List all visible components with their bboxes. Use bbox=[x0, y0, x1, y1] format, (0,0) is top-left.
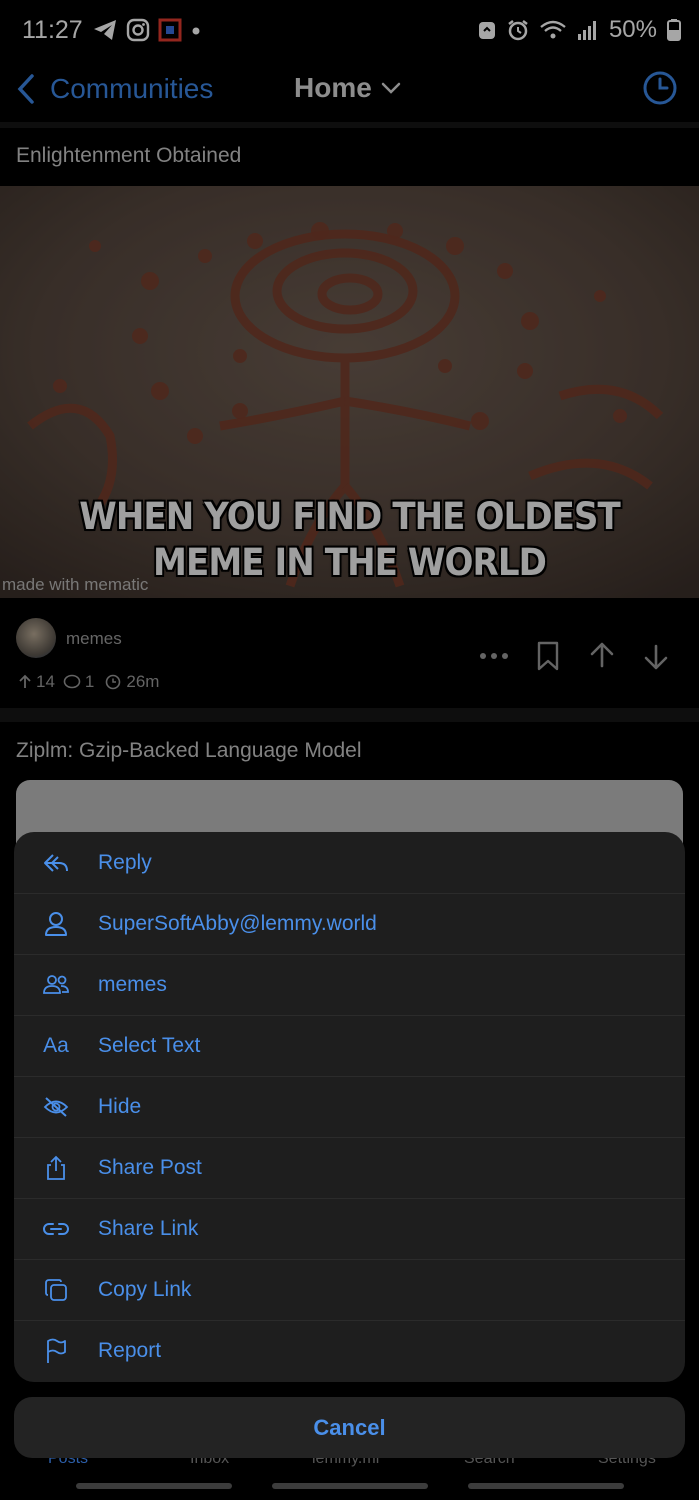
action-label: Report bbox=[98, 1338, 162, 1362]
action-report[interactable]: Report bbox=[14, 1320, 685, 1381]
action-label: memes bbox=[98, 972, 167, 996]
action-label: Reply bbox=[98, 850, 152, 874]
cancel-button[interactable]: Cancel bbox=[14, 1397, 685, 1458]
copy-icon bbox=[45, 1278, 67, 1301]
action-label: Share Link bbox=[98, 1216, 199, 1240]
user-icon bbox=[45, 911, 67, 936]
action-label: SuperSoftAbby@lemmy.world bbox=[98, 911, 377, 935]
flag-icon bbox=[47, 1338, 66, 1363]
action-share-post[interactable]: Share Post bbox=[14, 1137, 685, 1199]
text-icon: Aa bbox=[43, 1033, 69, 1057]
community-icon bbox=[43, 974, 69, 994]
action-share-link[interactable]: Share Link bbox=[14, 1198, 685, 1260]
home-indicator[interactable] bbox=[76, 1483, 232, 1489]
action-label: Select Text bbox=[98, 1033, 201, 1057]
action-reply[interactable]: Reply bbox=[14, 832, 685, 894]
eye-off-icon bbox=[43, 1096, 69, 1117]
home-indicator[interactable] bbox=[468, 1483, 624, 1489]
action-user[interactable]: SuperSoftAbby@lemmy.world bbox=[14, 893, 685, 955]
action-community[interactable]: memes bbox=[14, 954, 685, 1016]
action-label: Share Post bbox=[98, 1155, 202, 1179]
action-copy-link[interactable]: Copy Link bbox=[14, 1259, 685, 1321]
action-label: Hide bbox=[98, 1094, 142, 1118]
action-select-text[interactable]: Aa Select Text bbox=[14, 1015, 685, 1077]
action-label: Copy Link bbox=[98, 1277, 192, 1301]
action-sheet: Reply SuperSoftAbby@lemmy.world memes Aa… bbox=[14, 832, 685, 1382]
reply-icon bbox=[44, 853, 68, 872]
home-indicator[interactable] bbox=[272, 1483, 428, 1489]
share-icon bbox=[47, 1155, 65, 1180]
link-icon bbox=[43, 1222, 69, 1235]
action-hide[interactable]: Hide bbox=[14, 1076, 685, 1138]
